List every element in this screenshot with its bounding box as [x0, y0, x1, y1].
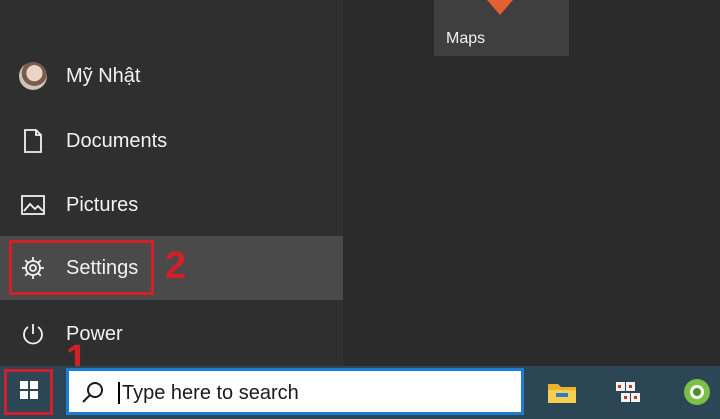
power-icon	[19, 320, 47, 348]
document-icon	[19, 127, 47, 155]
text-caret	[118, 382, 120, 404]
coccoc-browser-icon[interactable]	[680, 375, 714, 409]
taskbar-search-box[interactable]: Type here to search	[66, 368, 524, 415]
start-item-label: Mỹ Nhật	[66, 64, 141, 87]
start-item-label: Documents	[66, 129, 168, 152]
start-button[interactable]	[4, 369, 53, 415]
maps-pin-icon	[487, 0, 513, 15]
keyboard-app-icon[interactable]	[612, 375, 646, 409]
start-item-pictures[interactable]: Pictures	[0, 173, 343, 237]
start-item-label: Pictures	[66, 193, 139, 216]
start-item-documents[interactable]: Documents	[0, 109, 343, 173]
picture-icon	[19, 191, 47, 219]
file-explorer-icon[interactable]	[545, 375, 579, 409]
start-item-power[interactable]: Power	[0, 302, 343, 366]
search-icon	[81, 380, 105, 409]
settings-callout-box	[9, 240, 154, 295]
step-2-number: 2	[165, 245, 187, 287]
user-avatar	[19, 62, 47, 90]
start-item-user[interactable]: Mỹ Nhật	[0, 44, 343, 108]
search-placeholder: Type here to search	[122, 382, 299, 404]
maps-tile-label: Maps	[446, 30, 486, 47]
windows-logo-icon	[19, 380, 39, 405]
